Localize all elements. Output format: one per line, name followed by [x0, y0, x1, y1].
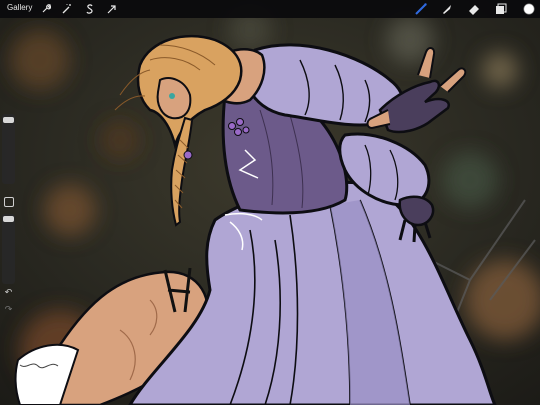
square-icon[interactable] — [4, 197, 14, 207]
gem-hair — [183, 150, 193, 160]
undo-arrow-icon[interactable]: ↶ — [2, 287, 15, 299]
top-toolbar: Gallery — [0, 0, 540, 18]
color-swatch-icon[interactable] — [522, 2, 536, 16]
layers-icon[interactable] — [494, 2, 508, 16]
left-sidebar: ↶ ↷ — [2, 114, 15, 319]
redo-arrow-icon[interactable]: ↷ — [2, 304, 15, 316]
selection-s-icon[interactable] — [83, 2, 97, 16]
magic-wand-icon[interactable] — [60, 2, 74, 16]
transform-arrow-icon[interactable] — [105, 2, 119, 16]
procreate-app: Gallery ↶ ↷ — [0, 0, 540, 405]
eraser-icon[interactable] — [467, 2, 481, 16]
brush-size-slider[interactable] — [2, 114, 15, 184]
smudge-icon[interactable] — [440, 2, 454, 16]
brush-icon[interactable] — [414, 2, 428, 16]
wrench-icon[interactable] — [39, 2, 53, 16]
drawing-canvas[interactable] — [0, 0, 540, 405]
opacity-slider[interactable] — [2, 214, 15, 284]
opacity-handle[interactable] — [3, 215, 14, 222]
brush-size-handle[interactable] — [3, 117, 14, 124]
gallery-button[interactable]: Gallery — [7, 3, 32, 12]
